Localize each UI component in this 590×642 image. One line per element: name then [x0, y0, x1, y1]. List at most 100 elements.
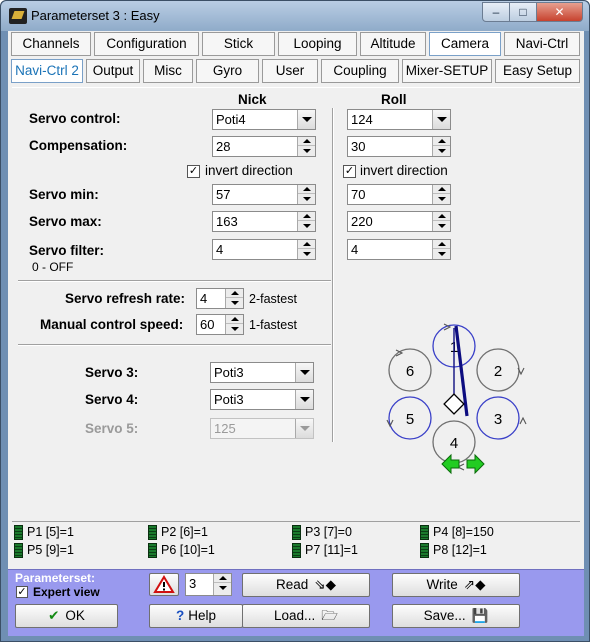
read-button[interactable]: Read ⇘◆ — [242, 573, 370, 597]
nick-servo-control-select[interactable]: Poti4 — [212, 109, 316, 130]
tab-coupling[interactable]: Coupling — [321, 59, 399, 83]
spin-down-icon[interactable] — [298, 250, 315, 259]
roll-servo-control-select[interactable]: 124 — [347, 109, 451, 130]
servo-max-label: Servo max: — [29, 214, 102, 229]
spin-up-icon[interactable] — [433, 185, 450, 194]
floppy-disk-icon: 💾 — [471, 608, 489, 623]
minimize-button[interactable]: – — [482, 2, 510, 22]
spin-down-icon[interactable] — [433, 195, 450, 204]
servo-4-select[interactable]: Poti3 — [210, 389, 314, 410]
title-bar[interactable]: Parameterset 3 : Easy – □ ✕ — [1, 1, 589, 31]
tab-user[interactable]: User — [262, 59, 318, 83]
tab-gyro[interactable]: Gyro — [196, 59, 259, 83]
arrow-left-icon — [441, 453, 460, 475]
spin-down-icon[interactable] — [214, 584, 231, 593]
spin-up-icon[interactable] — [298, 212, 315, 221]
poti-meter-icon — [420, 543, 429, 558]
roll-compensation-stepper[interactable]: 30 — [347, 136, 451, 157]
chevron-down-icon[interactable] — [295, 363, 313, 382]
spin-down-icon[interactable] — [226, 325, 243, 334]
servo-refresh-rate-stepper[interactable]: 4 — [196, 288, 244, 309]
tab-configuration[interactable]: Configuration — [94, 32, 199, 56]
tab-navi-ctrl-2[interactable]: Navi-Ctrl 2 — [11, 59, 83, 83]
section-divider — [18, 280, 331, 282]
manual-control-speed-hint: 1-fastest — [249, 318, 297, 332]
chevron-down-icon[interactable] — [295, 390, 313, 409]
expert-view-checkbox[interactable]: ✓ — [16, 586, 28, 598]
nick-invert-checkbox[interactable]: ✓ — [187, 165, 200, 178]
nick-column-header: Nick — [238, 92, 267, 107]
poti-meter-icon — [420, 525, 429, 540]
tab-navi-ctrl[interactable]: Navi-Ctrl — [504, 32, 580, 56]
read-device-icon: ⇘◆ — [314, 577, 336, 592]
poti-p8: P8 [12]=1 — [433, 543, 487, 557]
servo-5-label: Servo 5: — [85, 421, 139, 436]
nick-servo-max-stepper[interactable]: 163 — [212, 211, 316, 232]
spin-down-icon[interactable] — [298, 147, 315, 156]
maximize-button[interactable]: □ — [509, 2, 537, 22]
write-button[interactable]: Write ⇗◆ — [392, 573, 520, 597]
warning-button[interactable] — [149, 573, 179, 596]
roll-invert-label: invert direction — [360, 163, 448, 178]
help-button[interactable]: ? Help — [149, 604, 243, 628]
tab-stick[interactable]: Stick — [202, 32, 275, 56]
tab-channels[interactable]: Channels — [11, 32, 91, 56]
close-button[interactable]: ✕ — [536, 2, 583, 22]
poti-meter-icon — [292, 543, 301, 558]
tab-mixer-setup[interactable]: Mixer-SETUP — [402, 59, 492, 83]
write-device-icon: ⇗◆ — [463, 577, 486, 592]
nick-servo-filter-stepper[interactable]: 4 — [212, 239, 316, 260]
camera-panel: Nick Roll Servo control: Poti4 124 Compe… — [12, 87, 580, 521]
spin-down-icon[interactable] — [298, 195, 315, 204]
rotor-diagram: 1 2 3 4 5 6 — [386, 323, 527, 475]
servo-4-label: Servo 4: — [85, 392, 139, 407]
spin-down-icon[interactable] — [226, 299, 243, 308]
roll-servo-max-stepper[interactable]: 220 — [347, 211, 451, 232]
spin-up-icon[interactable] — [298, 185, 315, 194]
parameterset-stepper[interactable]: 3 — [185, 573, 232, 596]
load-button[interactable]: Load... 🗁 — [242, 604, 370, 628]
spin-up-icon[interactable] — [214, 574, 231, 583]
tab-misc[interactable]: Misc — [143, 59, 193, 83]
tab-altitude[interactable]: Altitude — [360, 32, 426, 56]
spin-down-icon[interactable] — [433, 250, 450, 259]
roll-servo-filter-stepper[interactable]: 4 — [347, 239, 451, 260]
nick-invert-label: invert direction — [205, 163, 293, 178]
roll-invert-checkbox[interactable]: ✓ — [343, 165, 356, 178]
spin-up-icon[interactable] — [433, 212, 450, 221]
tab-easy-setup[interactable]: Easy Setup — [495, 59, 580, 83]
ok-button[interactable]: ✔ OK — [15, 604, 118, 628]
spin-up-icon[interactable] — [298, 240, 315, 249]
chevron-down-icon[interactable] — [297, 110, 315, 129]
servo-5-select: 125 — [210, 418, 314, 439]
nick-compensation-stepper[interactable]: 28 — [212, 136, 316, 157]
client-area: Channels Configuration Stick Looping Alt… — [8, 31, 584, 636]
spin-down-icon[interactable] — [298, 222, 315, 231]
poti-meter-icon — [14, 525, 23, 540]
spin-up-icon[interactable] — [226, 315, 243, 324]
servo-filter-hint: 0 - OFF — [32, 260, 74, 274]
chevron-down-icon[interactable] — [432, 110, 450, 129]
spin-up-icon[interactable] — [226, 289, 243, 298]
roll-servo-min-stepper[interactable]: 70 — [347, 184, 451, 205]
nick-servo-min-stepper[interactable]: 57 — [212, 184, 316, 205]
folder-icon: 🗁 — [321, 608, 339, 623]
manual-control-speed-stepper[interactable]: 60 — [196, 314, 244, 335]
servo-control-label: Servo control: — [29, 111, 121, 126]
spin-up-icon[interactable] — [433, 137, 450, 146]
spin-down-icon[interactable] — [433, 222, 450, 231]
save-button[interactable]: Save... 💾 — [392, 604, 520, 628]
check-icon: ✔ — [48, 608, 60, 623]
spin-up-icon[interactable] — [298, 137, 315, 146]
poti-meter-icon — [14, 543, 23, 558]
servo-3-select[interactable]: Poti3 — [210, 362, 314, 383]
tab-output[interactable]: Output — [86, 59, 140, 83]
roll-column-header: Roll — [381, 92, 407, 107]
poti-p4: P4 [8]=150 — [433, 525, 494, 539]
spin-down-icon[interactable] — [433, 147, 450, 156]
poti-p1: P1 [5]=1 — [27, 525, 74, 539]
spin-up-icon[interactable] — [433, 240, 450, 249]
tab-camera[interactable]: Camera — [429, 32, 501, 56]
rotor-4-label: 4 — [450, 435, 458, 452]
tab-looping[interactable]: Looping — [278, 32, 357, 56]
